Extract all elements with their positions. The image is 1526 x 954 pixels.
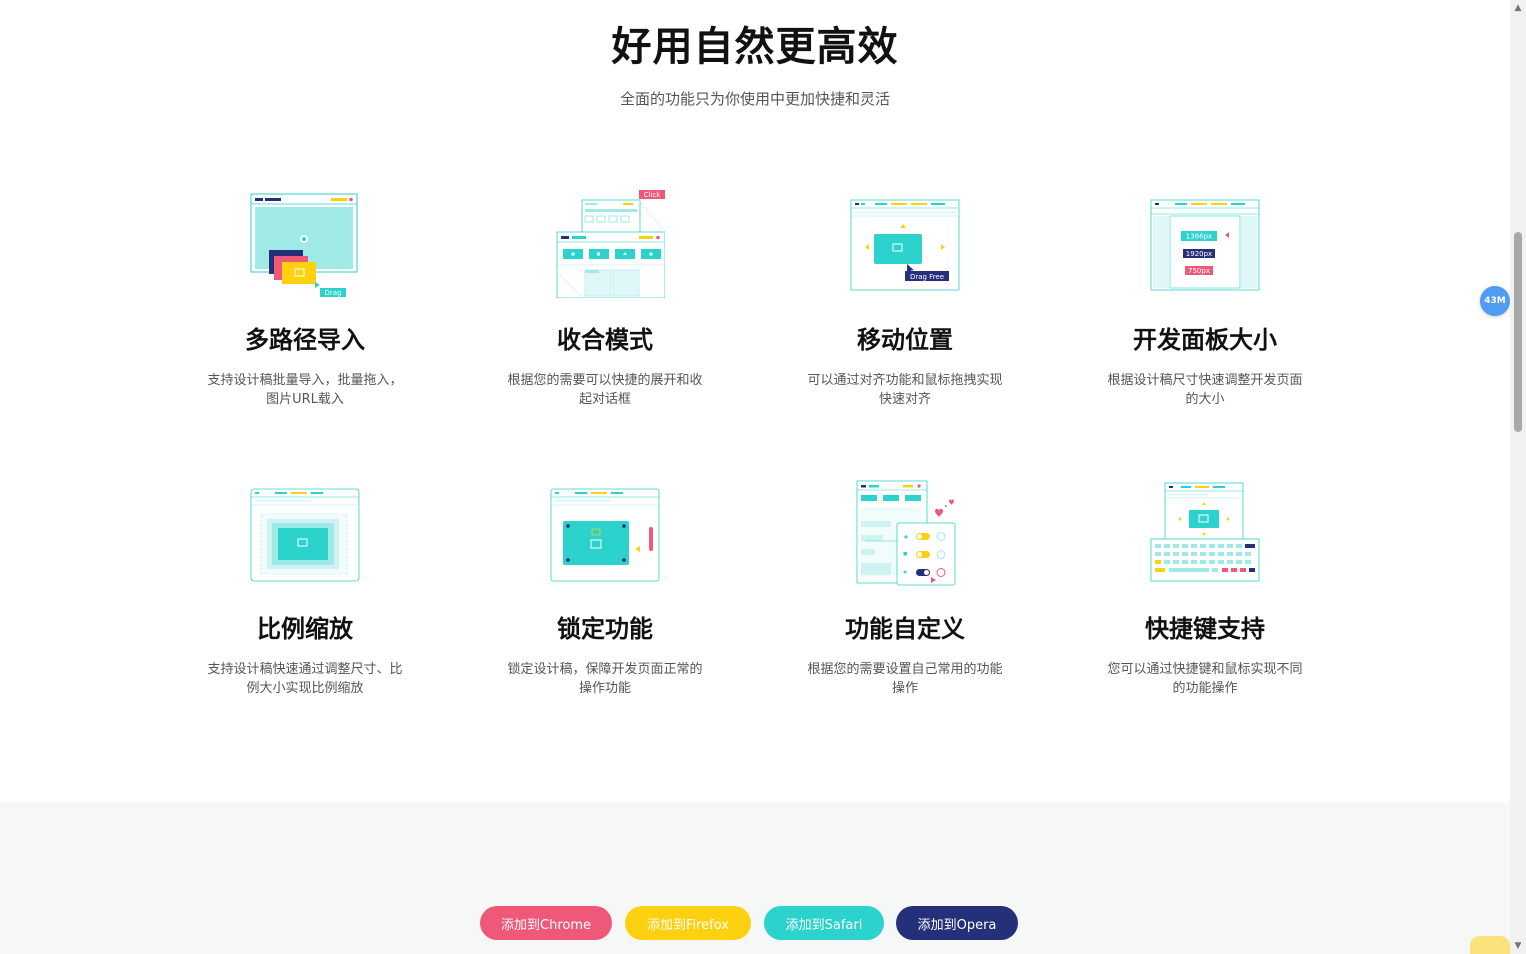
- feature-title: 多路径导入: [245, 326, 365, 354]
- collapse-mode-illustration: Click: [485, 178, 725, 308]
- feature-description: 支持设计稿批量导入，批量拖入，图片URL载入: [207, 373, 403, 407]
- corner-widget[interactable]: [1470, 936, 1510, 954]
- shortcut-illustration: [1085, 467, 1325, 597]
- click-tag: Click: [644, 191, 662, 199]
- feature-title: 移动位置: [857, 326, 953, 354]
- customize-illustration: [785, 467, 1025, 597]
- size-1920-tag: 1920px: [1186, 250, 1212, 258]
- add-to-firefox-button[interactable]: 添加到Firefox: [625, 906, 751, 940]
- feature-card-scale: 比例缩放 支持设计稿快速通过调整尺寸、比例大小实现比例缩放: [185, 467, 425, 698]
- feature-description: 根据您的需要可以快捷的展开和收起对话框: [507, 373, 703, 407]
- feature-description: 根据您的需要设置自己常用的功能操作: [807, 662, 1003, 696]
- size-750-tag: 750px: [1188, 267, 1210, 275]
- size-1366-tag: 1366px: [1186, 233, 1212, 241]
- scroll-up-arrow-icon[interactable]: ▲: [1510, 0, 1526, 16]
- feature-card-collapse-mode: Click 收合模式 根据您的需要可以快捷的展开和收起对话框: [485, 178, 725, 409]
- panel-size-illustration: 1366px 1920px 750px: [1085, 178, 1325, 308]
- feature-card-panel-size: 1366px 1920px 750px 开发面板大小 根据设计稿尺寸快速调整开发…: [1085, 178, 1325, 409]
- lock-illustration: [485, 467, 725, 597]
- feature-card-move-position: Drag Free 移动位置 可以通过对齐功能和鼠标拖拽实现快速对齐: [785, 178, 1025, 409]
- scroll-down-arrow-icon[interactable]: ▼: [1510, 938, 1526, 954]
- feature-description: 支持设计稿快速通过调整尺寸、比例大小实现比例缩放: [207, 662, 403, 696]
- feature-title: 锁定功能: [557, 615, 653, 643]
- hero-subtitle: 全面的功能只为你使用中更加快捷和灵活: [619, 90, 890, 108]
- scrollbar-thumb[interactable]: [1514, 232, 1522, 432]
- page: 好用自然更高效 全面的功能只为你使用中更加快捷和灵活 Drag 多路径导入 支持…: [0, 0, 1510, 954]
- feature-title: 收合模式: [557, 326, 653, 354]
- add-to-opera-button[interactable]: 添加到Opera: [896, 906, 1018, 940]
- feature-card-multi-path-import: Drag 多路径导入 支持设计稿批量导入，批量拖入，图片URL载入: [185, 178, 425, 409]
- feature-description: 可以通过对齐功能和鼠标拖拽实现快速对齐: [807, 373, 1003, 407]
- vertical-scrollbar[interactable]: ▲ ▼: [1510, 0, 1526, 954]
- feature-title: 快捷键支持: [1145, 615, 1265, 643]
- move-position-illustration: Drag Free: [785, 178, 1025, 308]
- feature-title: 功能自定义: [845, 615, 965, 643]
- feature-card-shortcut: 快捷键支持 您可以通过快捷键和鼠标实现不同的功能操作: [1085, 467, 1325, 698]
- multi-path-import-illustration: Drag: [185, 178, 425, 308]
- add-to-safari-button[interactable]: 添加到Safari: [764, 906, 884, 940]
- hero-title: 好用自然更高效: [611, 24, 899, 70]
- feature-description: 根据设计稿尺寸快速调整开发页面的大小: [1107, 373, 1303, 407]
- drag-tag: Drag: [324, 289, 341, 297]
- feature-title: 比例缩放: [257, 615, 353, 643]
- scale-illustration: [185, 467, 425, 597]
- download-section: [0, 802, 1510, 954]
- memory-badge[interactable]: 43M: [1480, 286, 1510, 316]
- add-to-chrome-button[interactable]: 添加到Chrome: [480, 906, 612, 940]
- feature-title: 开发面板大小: [1133, 326, 1277, 354]
- feature-card-lock: 锁定功能 锁定设计稿，保障开发页面正常的操作功能: [485, 467, 725, 698]
- feature-description: 锁定设计稿，保障开发页面正常的操作功能: [507, 662, 703, 696]
- feature-card-customize: 功能自定义 根据您的需要设置自己常用的功能操作: [785, 467, 1025, 698]
- feature-description: 您可以通过快捷键和鼠标实现不同的功能操作: [1107, 662, 1303, 696]
- drag-free-tag: Drag Free: [910, 273, 944, 281]
